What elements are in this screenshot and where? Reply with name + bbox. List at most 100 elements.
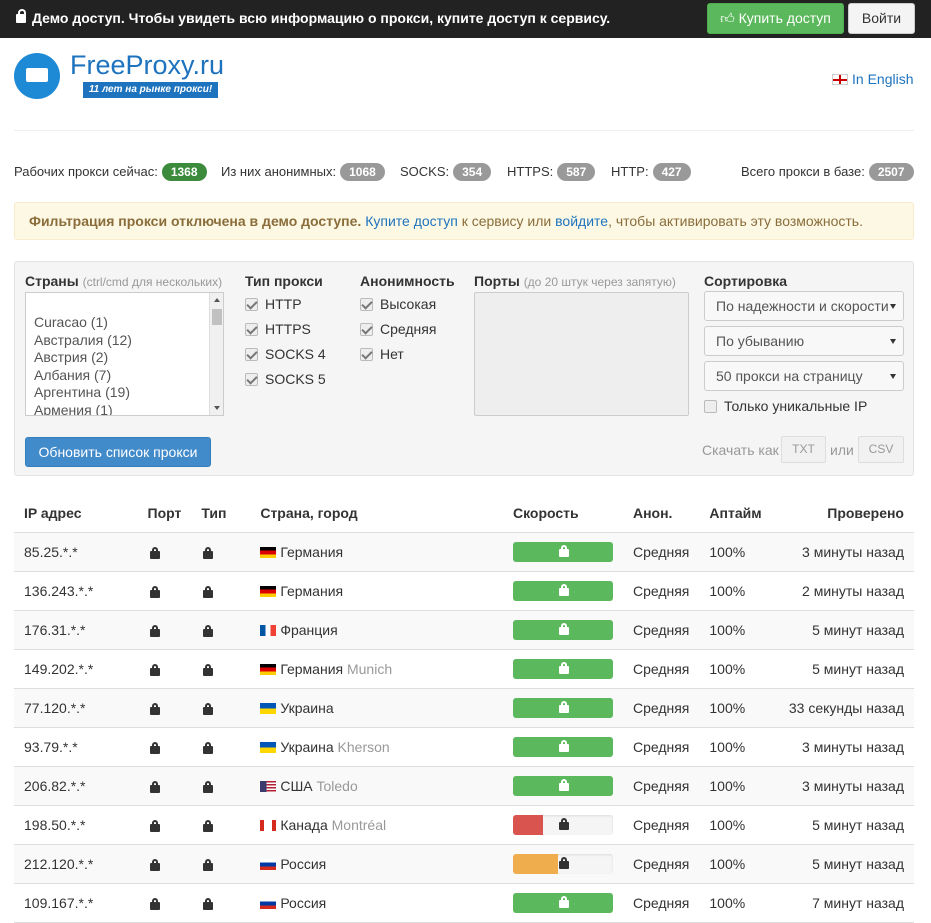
checkbox-checked-icon[interactable]	[360, 323, 373, 336]
lock-icon	[149, 858, 160, 871]
checked-cell: 3 минуты назад	[778, 766, 914, 806]
download-csv-button[interactable]: CSV	[858, 436, 904, 463]
type-cell	[191, 610, 251, 650]
logo-ribbon: 11 лет на рынке прокси!	[83, 82, 218, 98]
col-ip[interactable]: IP адрес	[14, 494, 138, 533]
country-cell: Канада Montréal	[250, 805, 503, 845]
speed-cell	[502, 766, 623, 806]
sort-by-select[interactable]: По надежности и скорости	[704, 291, 904, 321]
lock-icon	[203, 546, 214, 559]
checkbox-checked-icon[interactable]	[360, 298, 373, 311]
anonymity-checkbox[interactable]: Средняя	[360, 321, 436, 337]
stat-https: HTTPS: 587	[507, 163, 596, 181]
scroll-up-icon[interactable]	[214, 298, 220, 302]
checked-cell: 5 минут назад	[778, 805, 914, 845]
type-cell	[191, 532, 251, 572]
type-cell	[191, 805, 251, 845]
lock-icon	[149, 780, 160, 793]
speed-bar	[512, 775, 613, 796]
table-row: 206.82.*.* США Toledo Средняя 100% 3 минуты …	[14, 766, 914, 806]
uptime-cell: 100%	[699, 727, 779, 767]
port-cell	[137, 766, 192, 806]
type-checkbox[interactable]: HTTPS	[245, 321, 311, 337]
checkbox-checked-icon[interactable]	[245, 348, 258, 361]
country-option[interactable]: Албания (7)	[26, 367, 223, 385]
scroll-down-icon[interactable]	[214, 406, 220, 410]
uptime-cell: 100%	[699, 766, 779, 806]
divider	[14, 130, 914, 131]
anonymity-checkbox[interactable]: Нет	[360, 346, 404, 362]
lock-icon	[149, 663, 160, 676]
speed-bar	[512, 814, 613, 835]
speed-bar	[512, 736, 613, 757]
buy-access-button[interactable]: 👍︎ Купить доступ	[707, 3, 844, 34]
col-uptime[interactable]: Аптайм	[699, 494, 779, 533]
col-country[interactable]: Страна, город	[250, 494, 503, 533]
lock-icon	[558, 622, 569, 635]
login-link[interactable]: войдите	[555, 213, 608, 229]
type-checkbox[interactable]: HTTP	[245, 296, 302, 312]
type-checkbox[interactable]: SOCKS 4	[245, 346, 326, 362]
ports-label: Порты (до 20 штук через запятую)	[474, 273, 676, 289]
col-speed[interactable]: Скорость	[502, 494, 623, 533]
ru-flag-icon	[260, 897, 277, 909]
speed-bar	[512, 658, 613, 679]
logo-icon[interactable]	[14, 53, 60, 99]
country-option[interactable]: Австрия (2)	[26, 349, 223, 367]
checkbox-icon[interactable]	[704, 400, 717, 413]
speed-bar	[512, 580, 613, 601]
col-anon[interactable]: Анон.	[622, 494, 700, 533]
login-button[interactable]: Войти	[848, 3, 915, 34]
speed-bar	[512, 853, 613, 874]
per-page-select[interactable]: 50 прокси на страницу	[704, 361, 904, 391]
countries-select[interactable]: Curacao (1) Австралия (12) Австрия (2) Алба…	[25, 292, 224, 416]
speed-cell	[502, 844, 623, 884]
country-option[interactable]: Curacao (1)	[26, 314, 223, 332]
stat-working: Рабочих прокси сейчас: 1368	[14, 163, 207, 181]
checkbox-checked-icon[interactable]	[245, 298, 258, 311]
download-txt-button[interactable]: TXT	[781, 436, 826, 463]
uptime-cell: 100%	[699, 688, 779, 728]
lock-icon	[203, 624, 214, 637]
ip-cell: 77.120.*.*	[14, 688, 138, 728]
anonymity-checkbox[interactable]: Высокая	[360, 296, 436, 312]
filter-panel: Страны (ctrl/cmd для нескольких) Curacao…	[14, 261, 914, 476]
checked-cell: 5 минут назад	[778, 649, 914, 689]
checked-cell: 7 минут назад	[778, 883, 914, 923]
col-port[interactable]: Порт	[137, 494, 192, 533]
port-cell	[137, 883, 192, 923]
uptime-cell: 100%	[699, 844, 779, 884]
sort-order-select[interactable]: По убыванию	[704, 326, 904, 356]
checkbox-checked-icon[interactable]	[245, 323, 258, 336]
ports-input[interactable]	[474, 292, 689, 416]
ip-cell: 149.202.*.*	[14, 649, 138, 689]
country-cell: Украина Kherson	[250, 727, 503, 767]
checkbox-checked-icon[interactable]	[245, 373, 258, 386]
table-row: 85.25.*.* Германия Средняя 100% 3 минуты на…	[14, 532, 914, 572]
type-checkbox[interactable]: SOCKS 5	[245, 371, 326, 387]
col-type[interactable]: Тип	[191, 494, 251, 533]
checkbox-checked-icon[interactable]	[360, 348, 373, 361]
language-switch[interactable]: In English	[832, 71, 913, 87]
lock-icon	[203, 741, 214, 754]
table-row: 93.79.*.* Украина Kherson Средняя 100% 3 мин…	[14, 727, 914, 767]
col-checked[interactable]: Проверено	[778, 494, 914, 533]
country-option[interactable]: Армения (1)	[26, 402, 223, 415]
country-option[interactable]: Австралия (12)	[26, 332, 223, 350]
speed-bar	[512, 541, 613, 562]
update-list-button[interactable]: Обновить список прокси	[25, 437, 211, 467]
ip-cell: 206.82.*.*	[14, 766, 138, 806]
buy-access-link[interactable]: Купите доступ	[365, 213, 458, 229]
checked-cell: 3 минуты назад	[778, 727, 914, 767]
stat-http: HTTP: 427	[611, 163, 691, 181]
de-flag-icon	[260, 585, 277, 597]
lock-icon	[558, 661, 569, 674]
table-row: 136.243.*.* Германия Средняя 100% 2 минуты …	[14, 571, 914, 611]
speed-cell	[502, 883, 623, 923]
unique-ip-checkbox[interactable]: Только уникальные IP	[704, 398, 867, 414]
countries-scrollbar[interactable]	[209, 293, 223, 415]
site-logo[interactable]: FreeProxy.ru	[70, 50, 224, 81]
lock-icon	[203, 858, 214, 871]
country-option[interactable]: Аргентина (19)	[26, 384, 223, 402]
anon-cell: Средняя	[622, 805, 700, 845]
